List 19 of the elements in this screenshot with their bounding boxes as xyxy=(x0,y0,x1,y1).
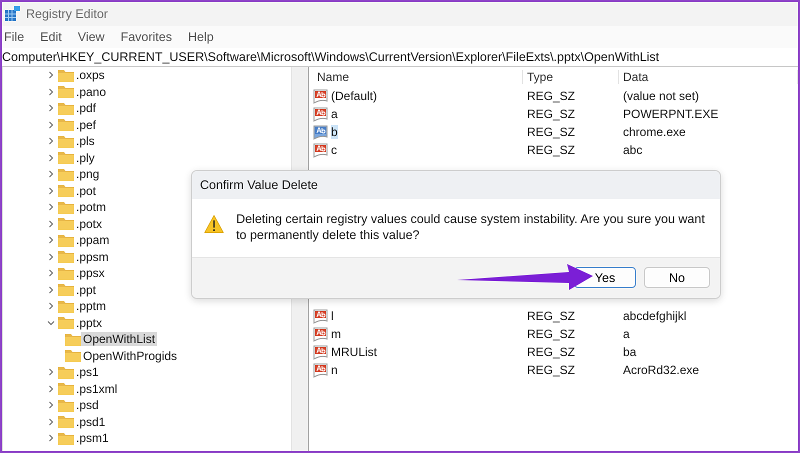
value-type: REG_SZ xyxy=(526,89,576,103)
window-title: Registry Editor xyxy=(26,7,108,21)
value-type: REG_SZ xyxy=(526,107,576,121)
value-type: REG_SZ xyxy=(526,327,576,341)
value-type: REG_SZ xyxy=(526,309,576,323)
value-data: abc xyxy=(622,143,644,157)
dialog-message: Deleting certain registry values could cause system instability. Are you sure you want to permanently delete this value? xyxy=(236,211,706,243)
value-data: abcdefghijkl xyxy=(622,309,688,323)
value-data: chrome.exe xyxy=(622,125,687,139)
value-data: a xyxy=(622,327,631,341)
value-data: ba xyxy=(622,345,638,359)
value-data: AcroRd32.exe xyxy=(622,363,700,377)
value-type: REG_SZ xyxy=(526,345,576,359)
value-type: REG_SZ xyxy=(526,363,576,377)
value-data: (value not set) xyxy=(622,89,700,103)
dialog-title: Confirm Value Delete xyxy=(200,178,318,192)
value-type: REG_SZ xyxy=(526,143,576,157)
value-type: REG_SZ xyxy=(526,125,576,139)
value-data: POWERPNT.EXE xyxy=(622,107,720,121)
